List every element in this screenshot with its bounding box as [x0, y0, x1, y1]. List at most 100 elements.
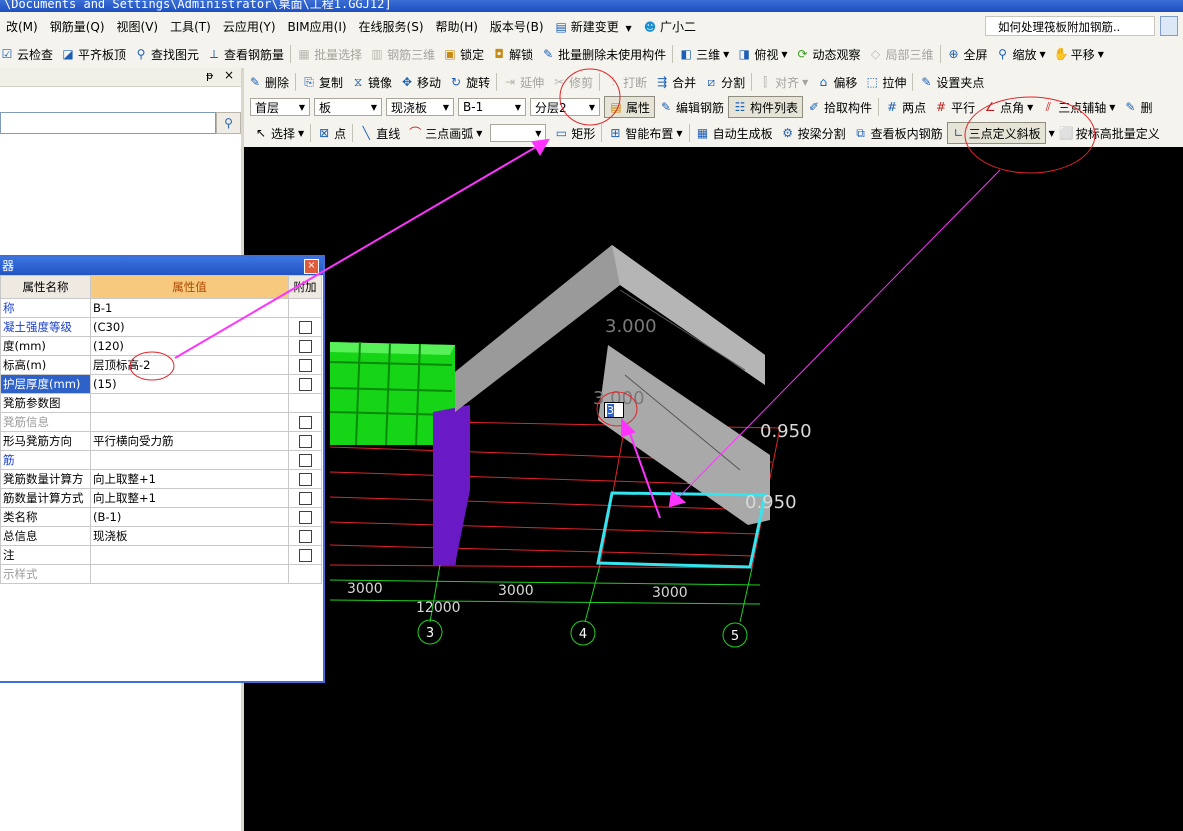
point-angle-button[interactable]: ∠ 点角 ▼: [979, 96, 1037, 118]
property-row[interactable]: 凳筋参数图: [0, 393, 322, 413]
layer-select[interactable]: 分层2 ▼: [530, 98, 600, 116]
property-value[interactable]: (C30): [90, 317, 289, 337]
three-point-slope-button[interactable]: ∟ 三点定义斜板: [946, 122, 1046, 144]
view-slab-rebar-button[interactable]: ⧉ 查看板内钢筋: [850, 122, 947, 144]
menu-tools[interactable]: 工具(T): [164, 18, 217, 35]
property-value[interactable]: [90, 564, 289, 584]
rebar-3d-button[interactable]: ▥ 钢筋三维: [366, 43, 439, 65]
category-select[interactable]: 板 ▼: [314, 98, 382, 116]
rect-button[interactable]: ▭ 矩形: [550, 122, 599, 144]
arc-mode-select[interactable]: ▼: [490, 124, 547, 142]
property-extra-checkbox[interactable]: [298, 530, 312, 543]
parallel-button[interactable]: # 平行: [930, 96, 979, 118]
property-value[interactable]: (120): [90, 336, 289, 356]
unlock-button[interactable]: ◘ 解锁: [488, 43, 537, 65]
menu-modify[interactable]: 改(M): [0, 18, 44, 35]
property-row[interactable]: 示样式: [0, 564, 322, 584]
new-change-menu[interactable]: ▤ 新建变更 ▼: [550, 18, 638, 35]
property-value[interactable]: 平行横向受力筋: [90, 431, 289, 451]
menu-version[interactable]: 版本号(B): [484, 18, 550, 35]
property-extra-checkbox[interactable]: [298, 549, 312, 562]
search-icon[interactable]: ⚲: [216, 112, 241, 134]
menu-bim[interactable]: BIM应用(I): [282, 18, 353, 35]
property-row[interactable]: 凳筋信息: [0, 412, 322, 432]
property-extra-checkbox[interactable]: [298, 492, 312, 505]
select-button[interactable]: ↖ 选择 ▼: [250, 122, 308, 144]
line-button[interactable]: ╲ 直线: [355, 122, 404, 144]
property-value[interactable]: [90, 393, 289, 413]
property-value[interactable]: 层顶标高-2: [90, 355, 289, 375]
property-value[interactable]: [90, 450, 289, 470]
find-element-button[interactable]: ⚲ 查找图元: [130, 43, 203, 65]
batch-delete-unused-button[interactable]: ✎ 批量删除未使用构件: [537, 43, 670, 65]
property-extra-checkbox[interactable]: [298, 321, 312, 334]
batch-select-button[interactable]: ▦ 批量选择: [293, 43, 366, 65]
properties-button[interactable]: ▤ 属性: [604, 96, 656, 118]
stretch-button[interactable]: ⬚ 拉伸: [861, 71, 910, 93]
property-value[interactable]: 向上取整+1: [90, 488, 289, 508]
help-question-link[interactable]: 如何处理筏板附加钢筋..: [985, 16, 1155, 36]
property-value[interactable]: 现浇板: [90, 526, 289, 546]
component-select[interactable]: B-1 ▼: [458, 98, 526, 116]
edit-rebar-button[interactable]: ✎ 编辑钢筋: [655, 96, 728, 118]
menu-view[interactable]: 视图(V): [111, 18, 165, 35]
property-row[interactable]: 护层厚度(mm) (15): [0, 374, 322, 394]
menu-rebar-quantity[interactable]: 钢筋量(Q): [44, 18, 111, 35]
lock-button[interactable]: ▣ 锁定: [439, 43, 488, 65]
property-row[interactable]: 总信息 现浇板: [0, 526, 322, 546]
property-extra-checkbox[interactable]: [298, 511, 312, 524]
dynamic-view-button[interactable]: ⟳ 动态观察: [791, 43, 864, 65]
menu-cloud[interactable]: 云应用(Y): [217, 18, 282, 35]
arc-button[interactable]: ⌒ 三点画弧 ▼: [404, 122, 486, 144]
property-value[interactable]: 向上取整+1: [90, 469, 289, 489]
user-icon[interactable]: [1160, 16, 1178, 36]
close-icon[interactable]: ×: [304, 259, 319, 274]
smart-layout-button[interactable]: ⊞ 智能布置 ▼: [604, 122, 686, 144]
pan-button[interactable]: ✋ 平移 ▼: [1050, 43, 1108, 65]
property-row[interactable]: 凳筋数量计算方 向上取整+1: [0, 469, 322, 489]
set-grip-button[interactable]: ✎ 设置夹点: [915, 71, 988, 93]
auto-slab-button[interactable]: ▦ 自动生成板: [692, 122, 777, 144]
property-value[interactable]: (15): [90, 374, 289, 394]
property-row[interactable]: 类名称 (B-1): [0, 507, 322, 527]
cloud-check-button[interactable]: ☑ 云检查: [0, 43, 57, 65]
property-extra-checkbox[interactable]: [298, 454, 312, 467]
property-row[interactable]: 注: [0, 545, 322, 565]
pick-component-button[interactable]: ✐ 拾取构件: [803, 96, 876, 118]
view-3d-button[interactable]: ◧ 三维 ▼: [675, 43, 733, 65]
break-button[interactable]: ⫶ 打断: [602, 71, 651, 93]
property-row[interactable]: 称 B-1: [0, 298, 322, 318]
property-value[interactable]: [90, 545, 289, 565]
menu-online[interactable]: 在线服务(S): [353, 18, 430, 35]
move-button[interactable]: ✥ 移动: [396, 71, 445, 93]
property-row[interactable]: 标高(m) 层顶标高-2: [0, 355, 322, 375]
floor-select[interactable]: 首层 ▼: [250, 98, 310, 116]
trim-button[interactable]: ✂ 修剪: [548, 71, 597, 93]
drawing-canvas[interactable]: 3.000 3.000 0.950 0.950 3000 3000 3000 1…: [244, 147, 1183, 831]
property-row[interactable]: 凝土强度等级 (C30): [0, 317, 322, 337]
pin-icon[interactable]: ᵽ: [206, 69, 213, 82]
view-rebar-button[interactable]: ⟂ 查看钢筋量: [203, 43, 288, 65]
property-row[interactable]: 筋数量计算方式 向上取整+1: [0, 488, 322, 508]
split-button[interactable]: ⧄ 分割: [700, 71, 749, 93]
flush-top-button[interactable]: ◪ 平齐板顶: [57, 43, 130, 65]
assistant-button[interactable]: ☻ 广小二: [638, 18, 702, 35]
batch-elevation-button[interactable]: ⬜ 按标高批量定义: [1055, 122, 1164, 144]
property-row[interactable]: 形马凳筋方向 平行横向受力筋: [0, 431, 322, 451]
copy-button[interactable]: ⎘ 复制: [298, 71, 347, 93]
split-by-beam-button[interactable]: ⚙ 按梁分割: [777, 122, 850, 144]
property-extra-checkbox[interactable]: [298, 473, 312, 486]
property-row[interactable]: 筋: [0, 450, 322, 470]
type-select[interactable]: 现浇板 ▼: [386, 98, 454, 116]
property-value[interactable]: (B-1): [90, 507, 289, 527]
search-input[interactable]: [0, 112, 216, 134]
property-extra-checkbox[interactable]: [298, 378, 312, 391]
zoom-button[interactable]: ⚲ 缩放 ▼: [992, 43, 1050, 65]
property-extra-checkbox[interactable]: [298, 359, 312, 372]
merge-button[interactable]: ⇶ 合并: [651, 71, 700, 93]
menu-help[interactable]: 帮助(H): [430, 18, 484, 35]
elevation-input[interactable]: 3: [604, 402, 624, 418]
local-3d-button[interactable]: ◇ 局部三维: [865, 43, 938, 65]
point-button[interactable]: ⊠ 点: [313, 122, 350, 144]
extend-button[interactable]: ⇥ 延伸: [499, 71, 548, 93]
